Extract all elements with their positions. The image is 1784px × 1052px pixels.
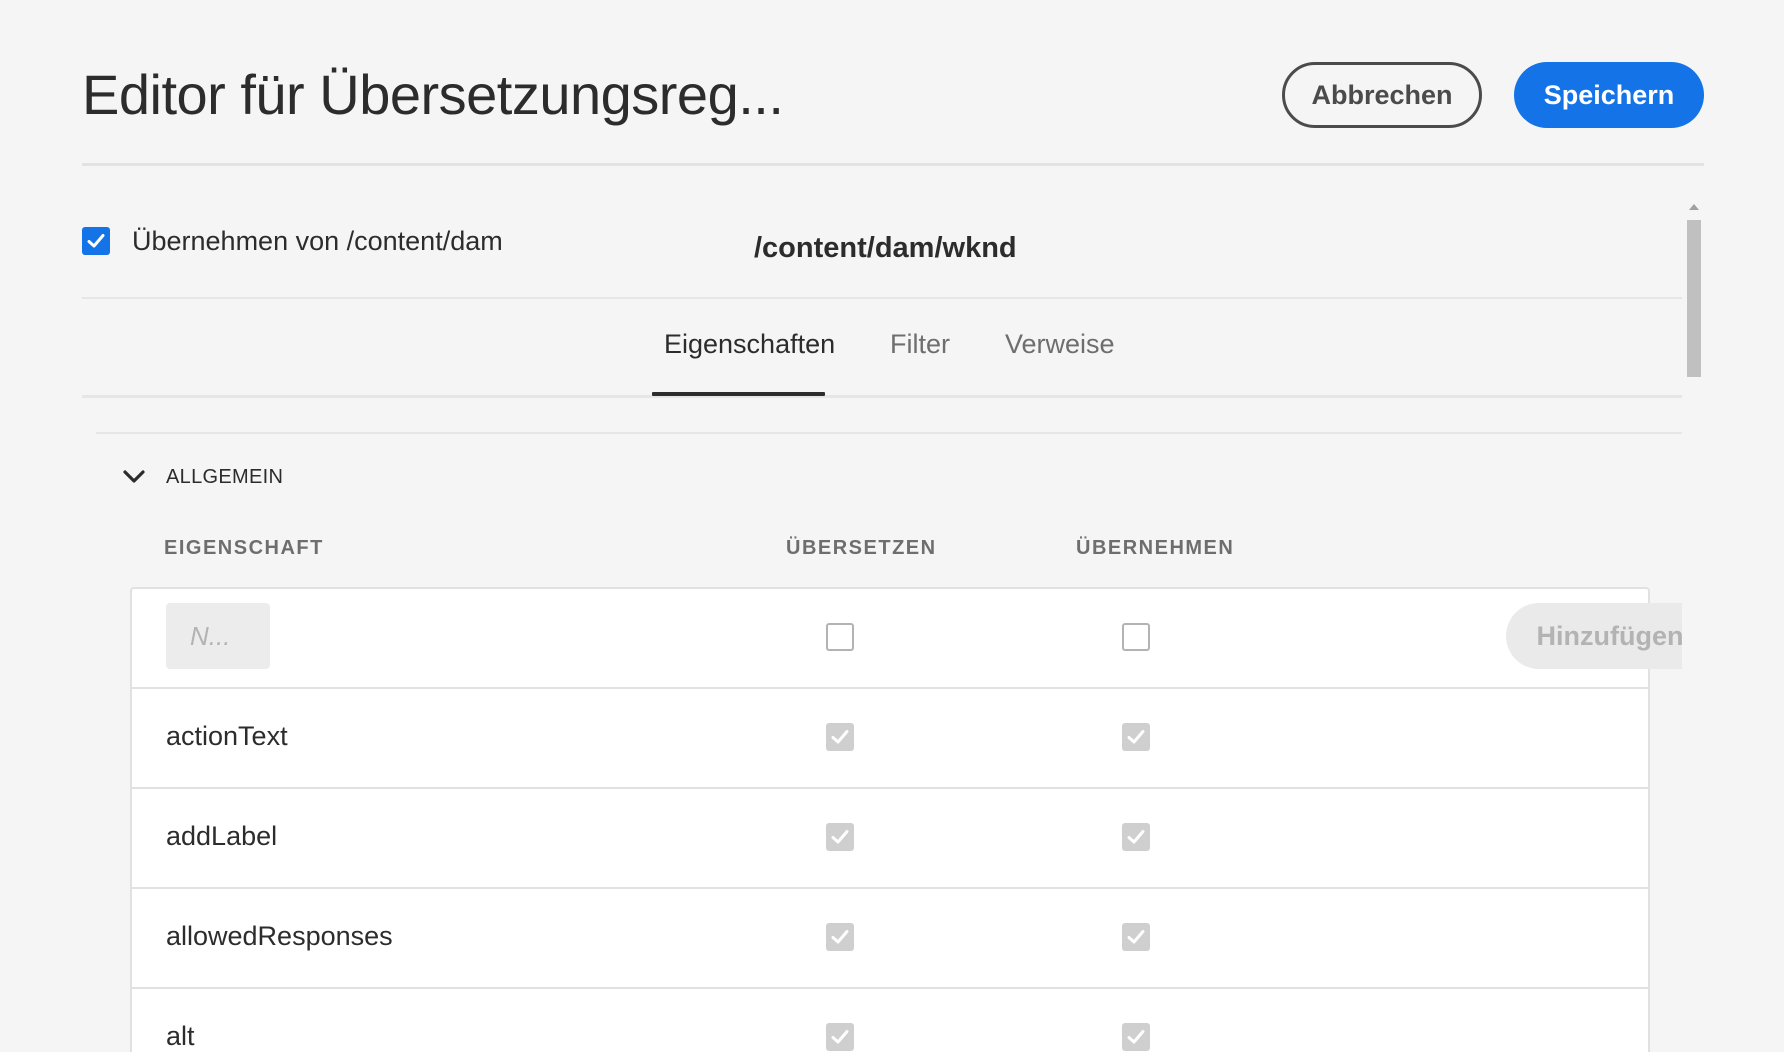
property-name: addLabel <box>166 821 278 851</box>
editor-content[interactable]: Übernehmen von /content/dam /content/dam… <box>82 200 1682 1052</box>
new-property-row: Hinzufügen <box>132 589 1682 689</box>
translate-checkbox <box>826 723 854 751</box>
section-divider <box>96 432 1682 434</box>
inherit-checkbox <box>1122 723 1150 751</box>
property-name: alt <box>166 1021 195 1051</box>
dialog-header: Editor für Übersetzungsreg... Abbrechen … <box>82 0 1704 166</box>
scrollbar-thumb[interactable] <box>1687 220 1701 377</box>
property-name-input[interactable] <box>166 603 270 669</box>
property-name: actionText <box>166 721 288 751</box>
checkmark-icon <box>831 1030 849 1044</box>
inherit-checkbox <box>1122 823 1150 851</box>
active-tab-indicator <box>652 392 825 396</box>
checkmark-icon <box>831 730 849 744</box>
vertical-scrollbar[interactable] <box>1686 200 1702 1052</box>
tab-list: Eigenschaften Filter Verweise <box>82 299 1682 398</box>
new-inherit-checkbox[interactable] <box>1122 623 1150 651</box>
add-button[interactable]: Hinzufügen <box>1506 603 1682 669</box>
checkmark-icon <box>831 930 849 944</box>
checkmark-icon <box>1127 830 1145 844</box>
table-row: alt <box>132 989 1648 1052</box>
scroll-up-arrow-icon[interactable] <box>1689 204 1699 210</box>
inherit-label: Übernehmen von /content/dam <box>132 226 503 256</box>
inherit-checkbox <box>1122 923 1150 951</box>
new-translate-checkbox[interactable] <box>826 623 854 651</box>
properties-table: Hinzufügen actionText addLabel allowedRe… <box>130 587 1682 1052</box>
section-toggle-allgemein[interactable]: ALLGEMEIN <box>122 462 283 492</box>
page-title: Editor für Übersetzungsreg... <box>82 63 784 126</box>
translate-checkbox <box>826 823 854 851</box>
column-header-translate: ÜBERSETZEN <box>786 537 937 559</box>
table-row: allowedResponses <box>132 889 1648 989</box>
tab-filter[interactable]: Filter <box>890 329 950 360</box>
checkmark-icon <box>1127 1030 1145 1044</box>
checkmark-icon <box>831 830 849 844</box>
chevron-down-icon <box>123 470 145 483</box>
inherit-row: Übernehmen von /content/dam /content/dam… <box>82 200 1682 299</box>
checkmark-icon <box>1127 930 1145 944</box>
checkmark-icon <box>87 234 105 248</box>
cancel-button[interactable]: Abbrechen <box>1282 62 1482 128</box>
save-button[interactable]: Speichern <box>1514 62 1704 128</box>
inherit-checkbox[interactable] <box>82 227 110 255</box>
table-row: addLabel <box>132 789 1648 889</box>
property-name: allowedResponses <box>166 921 393 951</box>
column-header-property: EIGENSCHAFT <box>164 537 324 559</box>
tab-eigenschaften[interactable]: Eigenschaften <box>664 329 835 360</box>
inherit-checkbox <box>1122 1023 1150 1051</box>
translate-checkbox <box>826 1023 854 1051</box>
table-row: actionText <box>132 689 1648 789</box>
translate-checkbox <box>826 923 854 951</box>
section-title: ALLGEMEIN <box>166 465 284 488</box>
tab-verweise[interactable]: Verweise <box>1005 329 1115 360</box>
column-header-inherit: ÜBERNEHMEN <box>1076 537 1235 559</box>
current-path: /content/dam/wknd <box>754 232 1017 264</box>
checkmark-icon <box>1127 730 1145 744</box>
